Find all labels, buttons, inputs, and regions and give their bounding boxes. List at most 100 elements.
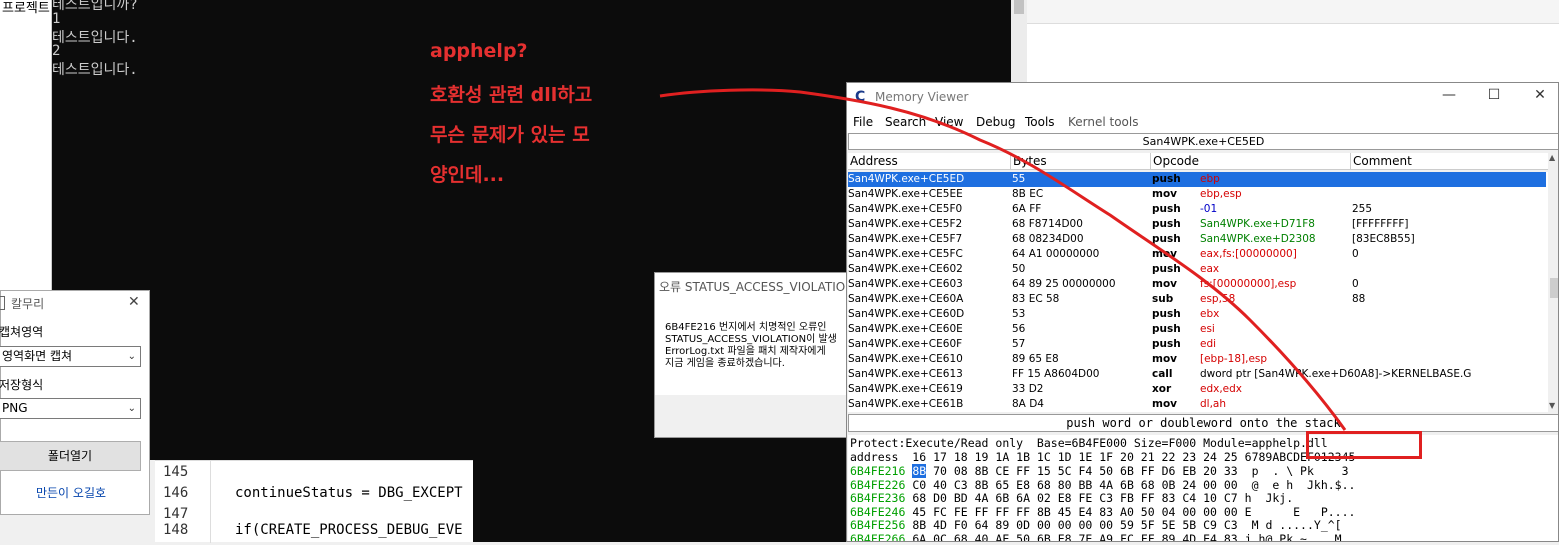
row-address: San4WPK.exe+CE5F7: [848, 233, 963, 245]
hex-row[interactable]: 6B4FE226 C0 40 C3 8B 65 E8 68 80 BB 4A 6…: [850, 478, 1355, 492]
disassembly-row[interactable]: San4WPK.exe+CE5F0 6A FF push -01 255: [848, 202, 1546, 217]
disassembly-header: Address Bytes Opcode Comment: [848, 153, 1548, 170]
row-address: San4WPK.exe+CE61B: [848, 398, 964, 410]
close-icon[interactable]: ✕: [1530, 87, 1550, 103]
scroll-thumb[interactable]: [1014, 0, 1024, 14]
console-line: 테스트입니다.: [52, 30, 138, 46]
disassembly-row[interactable]: San4WPK.exe+CE5F2 68 F8714D00 push San4WPK.…: [848, 217, 1546, 232]
row-operand: ebp: [1200, 173, 1220, 185]
code-editor[interactable]: 145 146 continueStatus = DBG_EXCEPT 147 1…: [155, 460, 473, 543]
row-bytes: 68 08234D00: [1012, 233, 1084, 245]
row-operand: edx,edx: [1200, 383, 1243, 395]
row-bytes: 57: [1012, 338, 1026, 350]
disassembly-row[interactable]: San4WPK.exe+CE60E 56 push esi: [848, 322, 1546, 337]
address-bar[interactable]: San4WPK.exe+CE5ED: [848, 133, 1558, 150]
annotation-line: 호환성 관련 dll하고: [430, 84, 593, 106]
menu-view[interactable]: View: [935, 115, 963, 129]
scroll-down-icon[interactable]: ▼: [1549, 401, 1555, 410]
hex-byte[interactable]: C0: [912, 478, 926, 492]
hex-row[interactable]: 6B4FE236 68 D0 BD 4A 6B 6A 02 E8 FE C3 F…: [850, 491, 1349, 505]
format-label: 저장형식: [0, 378, 44, 392]
disassembly-row[interactable]: San4WPK.exe+CE61B 8A D4 mov dl,ah: [848, 397, 1546, 412]
row-bytes: 68 F8714D00: [1012, 218, 1083, 230]
disassembly-row[interactable]: San4WPK.exe+CE60A 83 EC 58 sub esp,58 88: [848, 292, 1546, 307]
minimize-icon[interactable]: —: [1439, 87, 1459, 103]
background-window: [1027, 0, 1559, 82]
hex-byte[interactable]: 68: [912, 491, 926, 505]
disassembly-row[interactable]: San4WPK.exe+CE5FC 64 A1 00000000 mov eax,fs…: [848, 247, 1546, 262]
row-comment: 255: [1352, 203, 1373, 215]
capture-title: 칼무리: [11, 297, 45, 311]
hex-row[interactable]: 6B4FE246 45 FC FE FF FF FF 8B 45 E4 83 A…: [850, 505, 1355, 519]
column-header-bytes[interactable]: Bytes: [1013, 154, 1047, 168]
instruction-description: push word or doubleword onto the stack: [848, 414, 1558, 432]
author-link[interactable]: 만든이 오길호: [1, 484, 141, 501]
hex-bytes: 40 C3 8B 65 E8 68 80 BB 4A 6B 68 0B 24 0…: [926, 477, 1245, 492]
close-icon[interactable]: ✕: [128, 294, 140, 310]
hex-byte[interactable]: 8B: [912, 464, 927, 478]
region-select[interactable]: 영역화면 캡쳐 ⌄: [0, 346, 141, 367]
row-opcode: push: [1152, 203, 1181, 215]
console-line: 1: [52, 11, 61, 27]
open-folder-button[interactable]: 폴더열기: [0, 441, 141, 471]
row-address: San4WPK.exe+CE5ED: [848, 173, 965, 185]
disassembly-row[interactable]: San4WPK.exe+CE602 50 push eax: [848, 262, 1546, 277]
column-header-comment[interactable]: Comment: [1353, 154, 1412, 168]
disassembly-row[interactable]: San4WPK.exe+CE60F 57 push edi: [848, 337, 1546, 352]
menu-bar: File Search View Debug Tools Kernel tool…: [847, 111, 1558, 133]
console-line: 테스트입니다.: [52, 62, 138, 78]
annotation-highlight-box: [1306, 431, 1422, 459]
hex-byte[interactable]: 6A: [912, 532, 926, 542]
row-address: San4WPK.exe+CE60A: [848, 293, 964, 305]
row-opcode: call: [1152, 368, 1173, 380]
error-dialog-title: 오류 STATUS_ACCESS_VIOLATION: [659, 280, 850, 294]
maximize-icon[interactable]: ☐: [1484, 87, 1504, 103]
row-operand: esi: [1200, 323, 1215, 335]
format-select[interactable]: PNG ⌄: [0, 398, 141, 419]
hex-byte[interactable]: 45: [912, 505, 926, 519]
capture-titlebar: 칼무리 ✕: [0, 291, 151, 317]
hex-row[interactable]: 6B4FE256 8B 4D F0 64 89 0D 00 00 00 00 5…: [850, 518, 1355, 532]
disassembly-row[interactable]: San4WPK.exe+CE60D 53 push ebx: [848, 307, 1546, 322]
menu-file[interactable]: File: [853, 115, 873, 129]
disassembly-row[interactable]: San4WPK.exe+CE5ED 55 push ebp: [848, 172, 1546, 187]
row-opcode: push: [1152, 308, 1181, 320]
disassembly-scrollbar[interactable]: ▲ ▼: [1548, 153, 1558, 412]
disassembly-row[interactable]: San4WPK.exe+CE603 64 89 25 00000000 mov fs:…: [848, 277, 1546, 292]
column-header-opcode[interactable]: Opcode: [1153, 154, 1199, 168]
row-bytes: 55: [1012, 173, 1026, 185]
hex-bytes: D0 BD 4A 6B 6A 02 E8 FE C3 FB FF 83 C4 1…: [926, 491, 1245, 505]
row-operand: dword ptr [San4WPK.exe+D60A8]->KERNELBAS…: [1200, 368, 1472, 380]
row-address: San4WPK.exe+CE602: [848, 263, 963, 275]
row-operand: San4WPK.exe+D2308: [1200, 233, 1316, 245]
code-line: 145: [163, 464, 189, 480]
row-address: San4WPK.exe+CE610: [848, 353, 963, 365]
row-operand: ebp,esp: [1200, 188, 1242, 200]
menu-tools[interactable]: Tools: [1025, 115, 1055, 129]
row-address: San4WPK.exe+CE603: [848, 278, 963, 290]
menu-kernel-tools[interactable]: Kernel tools: [1068, 115, 1139, 129]
row-opcode: mov: [1152, 398, 1177, 410]
hex-address: 6B4FE236: [850, 491, 913, 505]
row-bytes: 33 D2: [1012, 383, 1044, 395]
row-operand: [ebp-18],esp: [1200, 353, 1268, 365]
menu-debug[interactable]: Debug: [976, 115, 1015, 129]
disassembly-row[interactable]: San4WPK.exe+CE610 89 65 E8 mov [ebp-18],esp: [848, 352, 1546, 367]
scroll-up-icon[interactable]: ▲: [1549, 153, 1555, 162]
disassembly-list[interactable]: San4WPK.exe+CE5ED 55 push ebp San4WPK.exe+CE…: [848, 172, 1548, 412]
console-line: 2: [52, 43, 61, 59]
row-opcode: mov: [1152, 353, 1177, 365]
disassembly-row[interactable]: San4WPK.exe+CE5EE 8B EC mov ebp,esp: [848, 187, 1546, 202]
hex-bytes: FC FE FF FF FF 8B 45 E4 83 A0 50 04 00 0…: [926, 504, 1245, 519]
row-opcode: sub: [1152, 293, 1174, 305]
disassembly-row[interactable]: San4WPK.exe+CE619 33 D2 xor edx,edx: [848, 382, 1546, 397]
hex-row[interactable]: 6B4FE216 8B 70 08 8B CE FF 15 5C F4 50 6…: [850, 464, 1349, 478]
disassembly-row[interactable]: San4WPK.exe+CE613 FF 15 A8604D00 call dword…: [848, 367, 1546, 382]
hex-row[interactable]: 6B4FE266 6A 0C 68 40 AE 50 6B E8 7E A9 F…: [850, 532, 1355, 542]
disassembly-row[interactable]: San4WPK.exe+CE5F7 68 08234D00 push San4WPK.…: [848, 232, 1546, 247]
hex-view[interactable]: Protect:Execute/Read only Base=6B4FE000 …: [848, 435, 1558, 542]
menu-search[interactable]: Search: [885, 115, 926, 129]
hex-byte[interactable]: 8B: [912, 518, 926, 532]
column-header-address[interactable]: Address: [850, 154, 898, 168]
capture-tool-window: 칼무리 ✕ 캡쳐영역 영역화면 캡쳐 ⌄ 저장형식 PNG ⌄ 폴더열기 만든이…: [0, 290, 150, 515]
